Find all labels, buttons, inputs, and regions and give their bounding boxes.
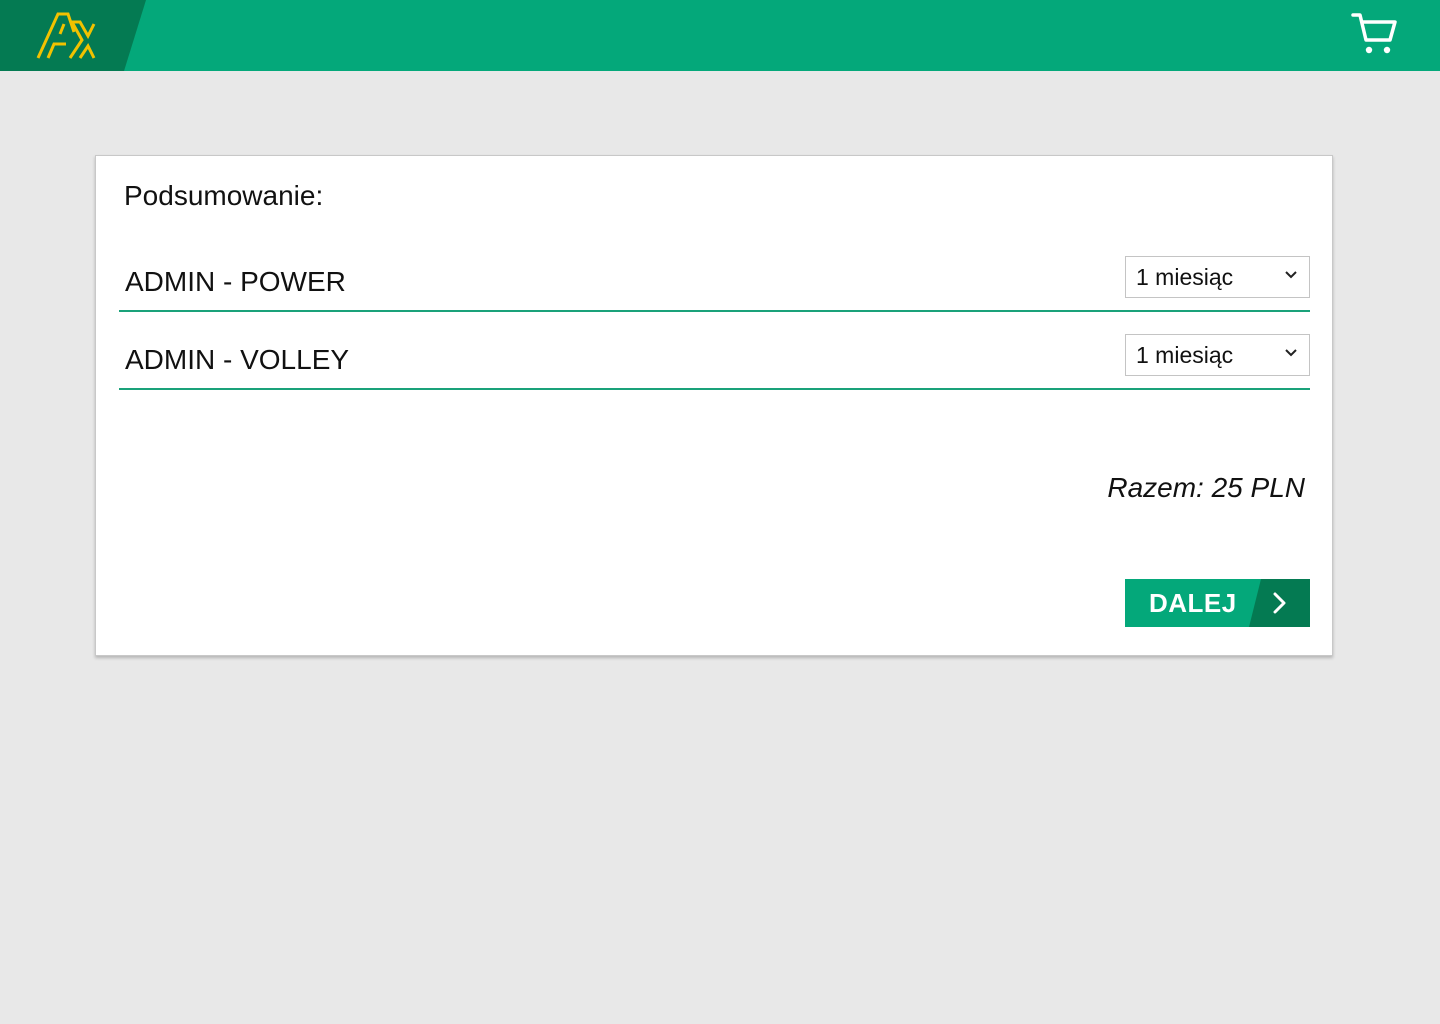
logo-block[interactable]	[0, 0, 146, 71]
period-select[interactable]: 1 miesiąc	[1125, 334, 1310, 376]
chevron-down-icon	[1285, 349, 1297, 357]
ax-logo-icon	[36, 12, 96, 59]
summary-item-row: ADMIN - VOLLEY 1 miesiąc	[119, 324, 1310, 390]
period-select[interactable]: 1 miesiąc	[1125, 256, 1310, 298]
chevron-down-icon	[1285, 271, 1297, 279]
top-bar	[0, 0, 1440, 71]
summary-item-row: ADMIN - POWER 1 miesiąc	[119, 246, 1310, 312]
next-button-arrow-block	[1249, 579, 1310, 627]
item-name: ADMIN - VOLLEY	[125, 344, 350, 375]
summary-title: Podsumowanie:	[124, 180, 324, 211]
period-select-value: 1 miesiąc	[1136, 342, 1234, 368]
total-price: Razem: 25 PLN	[1107, 472, 1305, 503]
summary-card: Podsumowanie: ADMIN - POWER 1 miesiąc AD…	[95, 155, 1333, 656]
chevron-right-icon	[1273, 592, 1286, 614]
item-name: ADMIN - POWER	[125, 266, 346, 297]
next-button[interactable]: DALEJ	[1125, 579, 1310, 627]
next-button-label: DALEJ	[1149, 588, 1237, 618]
period-select-value: 1 miesiąc	[1136, 264, 1234, 290]
shopping-cart-icon[interactable]	[1350, 12, 1398, 56]
